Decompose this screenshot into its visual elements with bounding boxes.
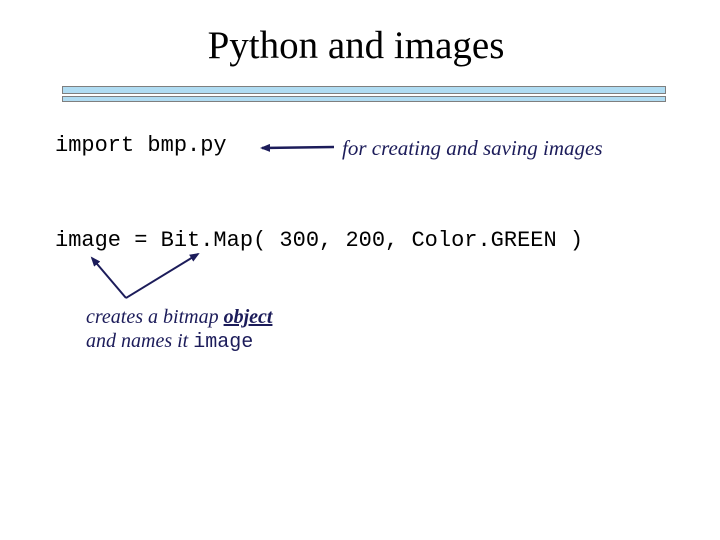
callout-variable-name: image — [193, 331, 254, 354]
import-annotation: for creating and saving images — [342, 136, 603, 160]
annotation-arrows — [90, 143, 335, 299]
callout-arrow-to-bitmap — [125, 252, 200, 299]
callout-line-2: and names it image — [86, 329, 272, 355]
title-divider-bottom — [62, 96, 666, 102]
bitmap-code-line: image = Bit.Map( 300, 200, Color.GREEN ) — [55, 228, 584, 253]
callout-arrow-to-image — [90, 256, 127, 299]
bitmap-callout: creates a bitmap object and names it ima… — [86, 305, 272, 355]
import-code-line: import bmp.py — [55, 133, 227, 158]
slide: Python and images import bmp.py for crea… — [0, 0, 720, 540]
callout-object-word: object — [223, 306, 273, 328]
title-divider-top — [62, 86, 666, 94]
callout-line-2-text: and names it — [86, 330, 194, 352]
import-arrow — [260, 143, 335, 152]
callout-line-1-text: creates a bitmap — [86, 306, 224, 328]
callout-line-1: creates a bitmap object — [86, 305, 272, 329]
slide-title: Python and images — [207, 24, 505, 67]
